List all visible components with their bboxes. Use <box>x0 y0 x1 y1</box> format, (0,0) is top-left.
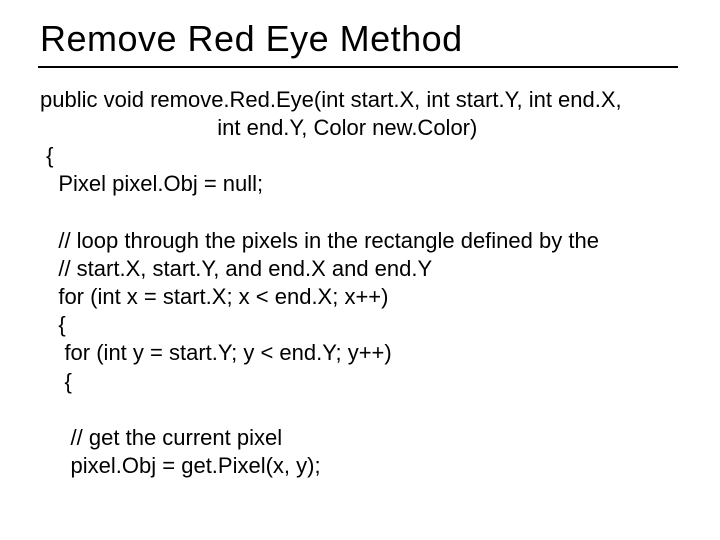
code-block: public void remove.Red.Eye(int start.X, … <box>40 86 680 480</box>
title-underline <box>38 66 678 68</box>
slide: Remove Red Eye Method public void remove… <box>0 0 720 540</box>
slide-title: Remove Red Eye Method <box>40 18 463 60</box>
